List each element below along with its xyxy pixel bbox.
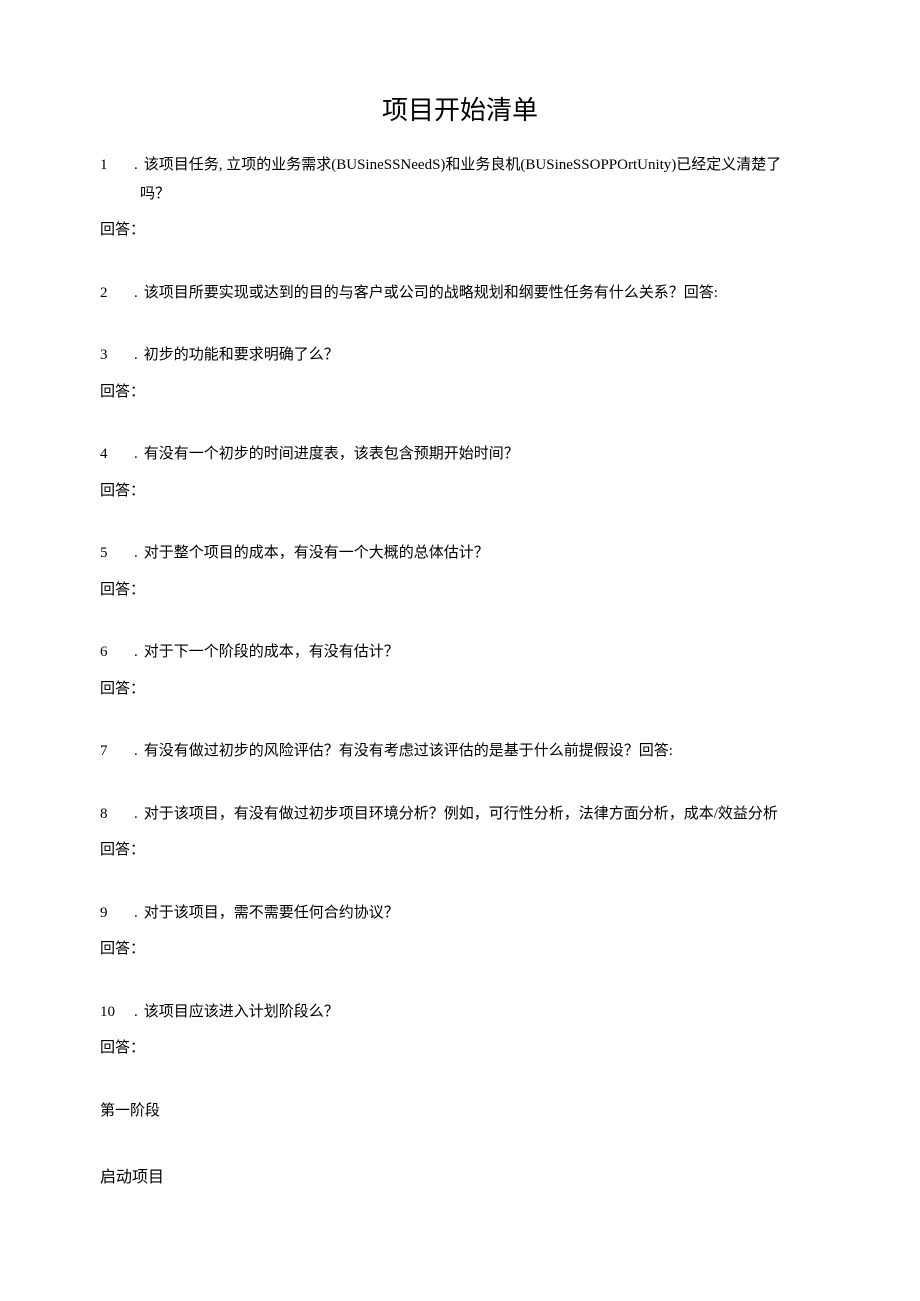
question-text: 初步的功能和要求明确了么？ [144, 341, 820, 370]
answer-label-inline: 回答: [639, 743, 673, 759]
question-number: 3 [100, 341, 124, 370]
question-dot: . [134, 341, 138, 370]
question-text: 对于该项目，需不需要任何合约协议？ [144, 899, 820, 928]
answer-label: 回答： [100, 378, 820, 407]
question-number: 5 [100, 539, 124, 568]
question-text-inner: 有没有做过初步的风险评估？有没有考虑过该评估的是基于什么前提假设？ [144, 743, 639, 759]
document-title: 项目开始清单 [100, 90, 820, 127]
question-text: 该项目应该进入计划阶段么？ [144, 998, 820, 1027]
question-dot: . [134, 151, 138, 180]
question-dot: . [134, 440, 138, 469]
question-row: 4.有没有一个初步的时间进度表，该表包含预期开始时间？ [100, 440, 820, 469]
question-number: 6 [100, 638, 124, 667]
question-dot: . [134, 899, 138, 928]
question-row: 3.初步的功能和要求明确了么？ [100, 341, 820, 370]
question-row: 9.对于该项目，需不需要任何合约协议？ [100, 899, 820, 928]
answer-label: 回答： [100, 935, 820, 964]
question-dot: . [134, 539, 138, 568]
answer-label-inline: 回答: [684, 285, 718, 301]
question-number: 10 [100, 998, 124, 1027]
question-text: 该项目所要实现或达到的目的与客户或公司的战略规划和纲要性任务有什么关系？回答: [144, 279, 820, 308]
question-dot: . [134, 737, 138, 766]
questions-container: 1.该项目任务, 立项的业务需求(BUSineSSNeedS)和业务良机(BUS… [100, 151, 820, 1063]
answer-label: 回答： [100, 1034, 820, 1063]
question-row: 2.该项目所要实现或达到的目的与客户或公司的战略规划和纲要性任务有什么关系？回答… [100, 279, 820, 308]
question-block: 2.该项目所要实现或达到的目的与客户或公司的战略规划和纲要性任务有什么关系？回答… [100, 279, 820, 308]
question-text: 该项目任务, 立项的业务需求(BUSineSSNeedS)和业务良机(BUSin… [144, 151, 820, 180]
question-text: 对于下一个阶段的成本，有没有估计？ [144, 638, 820, 667]
question-block: 3.初步的功能和要求明确了么？ 回答： [100, 341, 820, 406]
question-text: 有没有一个初步的时间进度表，该表包含预期开始时间？ [144, 440, 820, 469]
question-number: 1 [100, 151, 124, 180]
question-number: 9 [100, 899, 124, 928]
question-block: 1.该项目任务, 立项的业务需求(BUSineSSNeedS)和业务良机(BUS… [100, 151, 820, 245]
question-number: 7 [100, 737, 124, 766]
question-row: 5.对于整个项目的成本，有没有一个大概的总体估计？ [100, 539, 820, 568]
question-text: 有没有做过初步的风险评估？有没有考虑过该评估的是基于什么前提假设？回答: [144, 737, 820, 766]
question-text-inner: 该项目所要实现或达到的目的与客户或公司的战略规划和纲要性任务有什么关系？ [144, 285, 684, 301]
answer-label: 回答： [100, 477, 820, 506]
question-block: 5.对于整个项目的成本，有没有一个大概的总体估计？ 回答： [100, 539, 820, 604]
question-row: 6.对于下一个阶段的成本，有没有估计？ [100, 638, 820, 667]
question-block: 8.对于该项目，有没有做过初步项目环境分析？例如，可行性分析，法律方面分析，成本… [100, 800, 820, 865]
question-row: 7.有没有做过初步的风险评估？有没有考虑过该评估的是基于什么前提假设？回答: [100, 737, 820, 766]
question-text: 对于整个项目的成本，有没有一个大概的总体估计？ [144, 539, 820, 568]
answer-label: 回答： [100, 675, 820, 704]
question-row: 8.对于该项目，有没有做过初步项目环境分析？例如，可行性分析，法律方面分析，成本… [100, 800, 820, 829]
question-dot: . [134, 279, 138, 308]
question-dot: . [134, 998, 138, 1027]
question-number: 8 [100, 800, 124, 829]
question-block: 7.有没有做过初步的风险评估？有没有考虑过该评估的是基于什么前提假设？回答: [100, 737, 820, 766]
question-dot: . [134, 800, 138, 829]
question-number: 2 [100, 279, 124, 308]
startup-label: 启动项目 [100, 1163, 820, 1193]
question-block: 4.有没有一个初步的时间进度表，该表包含预期开始时间？ 回答： [100, 440, 820, 505]
question-number: 4 [100, 440, 124, 469]
question-block: 10.该项目应该进入计划阶段么？ 回答： [100, 998, 820, 1063]
question-row: 1.该项目任务, 立项的业务需求(BUSineSSNeedS)和业务良机(BUS… [100, 151, 820, 180]
question-text: 对于该项目，有没有做过初步项目环境分析？例如，可行性分析，法律方面分析，成本/效… [144, 800, 820, 829]
answer-label: 回答： [100, 576, 820, 605]
answer-label: 回答： [100, 216, 820, 245]
question-continuation: 吗？ [100, 180, 820, 209]
phase-label: 第一阶段 [100, 1097, 820, 1126]
question-block: 6.对于下一个阶段的成本，有没有估计？ 回答： [100, 638, 820, 703]
answer-label: 回答： [100, 836, 820, 865]
question-row: 10.该项目应该进入计划阶段么？ [100, 998, 820, 1027]
question-block: 9.对于该项目，需不需要任何合约协议？ 回答： [100, 899, 820, 964]
question-dot: . [134, 638, 138, 667]
